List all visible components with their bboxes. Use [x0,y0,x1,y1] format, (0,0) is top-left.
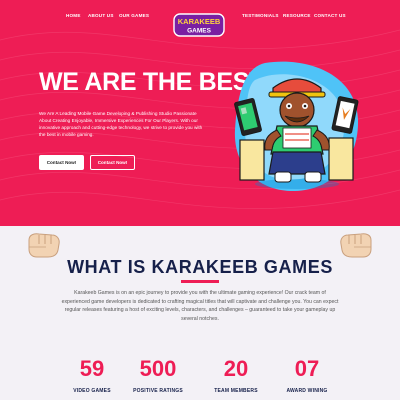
stat-team-members: 20 TEAM MEMBERS [201,356,271,395]
stat-label: TEAM MEMBERS [214,388,258,394]
fist-bump-left-icon [28,233,60,258]
stat-label: VIDEO GAMES [73,388,111,394]
stat-value: 59 [79,356,105,381]
nav-item-testimonials[interactable]: TESTIMONIALS [242,13,279,18]
nav-item-about-us[interactable]: ABOUT US [88,13,114,18]
nav-item-home[interactable]: HOME [66,13,81,18]
contact-now-outline-button[interactable]: Contact Now! [90,155,135,170]
main-navigation: HOME ABOUT US OUR GAMES KARAKEEB GAMES T… [0,10,400,37]
logo-text-bottom: GAMES [187,28,212,35]
stat-value: 500 [139,356,177,381]
nav-item-our-games[interactable]: OUR GAMES [119,13,149,18]
gamer-character-illustration [234,61,359,192]
stat-video-games: 59 VIDEO GAMES [57,356,127,395]
stat-value: 07 [294,356,320,381]
hero-description: We Are A Leading Mobile Game Developing … [39,111,203,137]
hero-section: HOME ABOUT US OUR GAMES KARAKEEB GAMES T… [0,0,400,226]
stat-label: AWARD WINING [286,388,328,394]
stat-positive-ratings: 500 POSITIVE RATINGS [123,356,193,395]
stat-label: POSITIVE RATINGS [133,388,183,394]
contact-now-button[interactable]: Contact Now! [39,155,84,170]
stat-value: 20 [223,356,249,381]
nav-item-contact-us[interactable]: CONTACT US [314,13,346,18]
karakeeb-games-logo[interactable]: KARAKEEB GAMES [173,13,225,37]
about-section-title: WHAT IS KARAKEEB GAMES [67,257,333,277]
about-description: Karakeeb Games is on an epic journey to … [61,290,339,322]
fist-bump-right-icon [340,233,372,258]
title-underline [181,280,219,283]
stat-award-wining: 07 AWARD WINING [272,356,342,395]
nav-item-resource[interactable]: RESOURCE [283,13,311,18]
logo-text-top: KARAKEEB [178,17,221,26]
